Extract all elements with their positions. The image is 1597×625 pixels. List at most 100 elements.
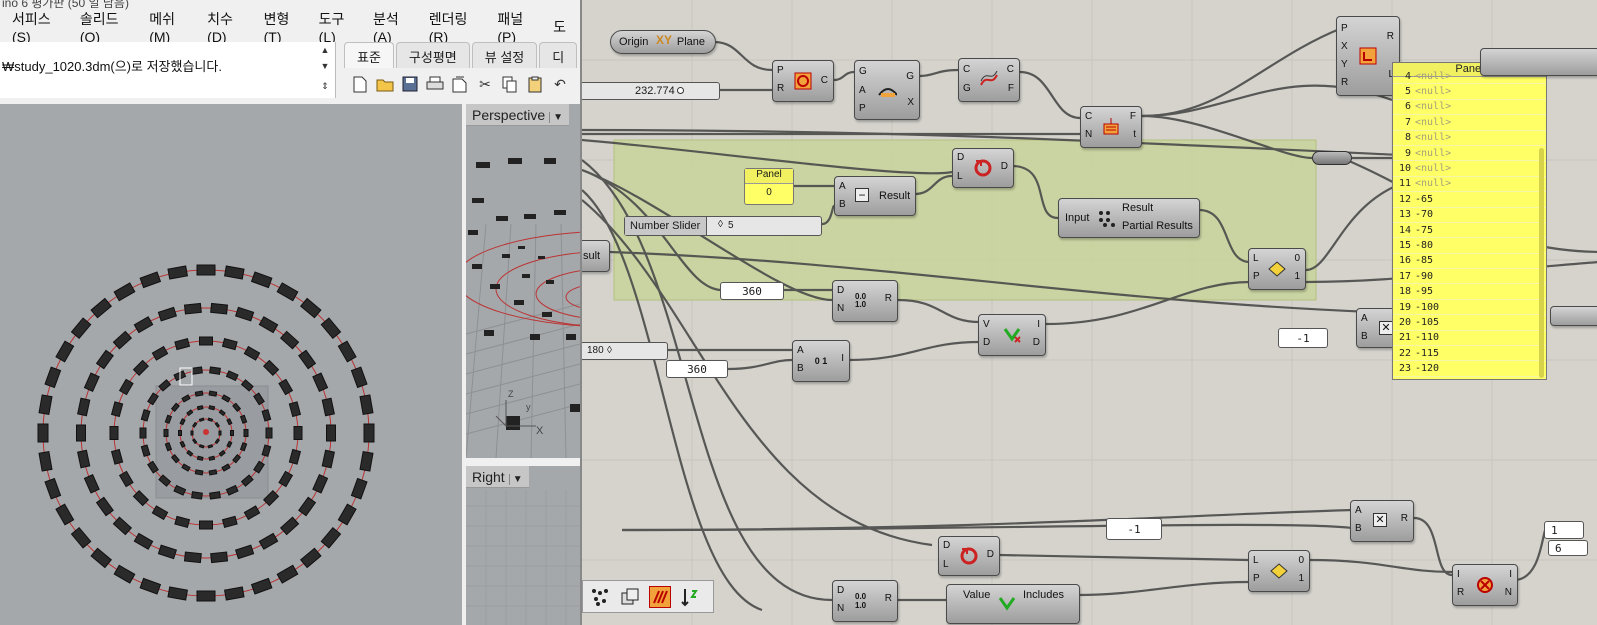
slider-knob[interactable]	[677, 87, 684, 94]
menu-analyze[interactable]: 분석(A)	[373, 9, 415, 45]
port-n[interactable]: N	[837, 303, 844, 314]
port-0-out[interactable]: 0	[1298, 555, 1304, 566]
panel-zero[interactable]: Panel 0	[744, 168, 794, 205]
port-d[interactable]: D	[943, 540, 950, 551]
scroll-up-icon[interactable]: ▲	[319, 44, 331, 56]
new-file-icon[interactable]	[350, 74, 370, 94]
tab-standard[interactable]: 표준	[344, 42, 394, 68]
copy-canvas-icon[interactable]	[619, 586, 641, 608]
port-d-out[interactable]: D	[1033, 337, 1040, 348]
port-x-out[interactable]: X	[907, 97, 914, 108]
port-n[interactable]: N	[1085, 129, 1092, 140]
menu-dimension[interactable]: 치수(D)	[207, 9, 249, 45]
port-d-out[interactable]: D	[1001, 161, 1008, 172]
tab-display[interactable]: 디	[539, 42, 578, 68]
scroll-down-icon[interactable]: ▼	[319, 60, 331, 72]
mass-addition-component[interactable]: Input Result Partial Results	[1058, 198, 1200, 238]
port-1-out[interactable]: 1	[1298, 573, 1304, 584]
port-g[interactable]: G	[963, 83, 971, 94]
port-result[interactable]: Result	[1122, 202, 1153, 214]
range-component[interactable]: D N 0.0 1.0 R	[832, 280, 898, 322]
port-l[interactable]: L	[957, 171, 963, 182]
port-r[interactable]: R	[1457, 587, 1464, 598]
port-d[interactable]: D	[837, 285, 844, 296]
menu-transform[interactable]: 변형(T)	[264, 9, 305, 45]
circle-component[interactable]: P R C	[772, 60, 834, 102]
panel-edge-1[interactable]: 1	[1544, 521, 1584, 539]
port-r-out[interactable]: R	[885, 593, 892, 604]
tab-set-view[interactable]: 뷰 설정	[471, 42, 538, 68]
port-includes[interactable]: Includes	[1023, 589, 1064, 601]
port-l[interactable]: L	[1253, 253, 1259, 264]
right-viewport[interactable]: Right ▼	[466, 466, 580, 625]
port-p[interactable]: P	[1341, 23, 1348, 34]
panel-edge-6[interactable]: 6	[1548, 540, 1588, 556]
port-partial-results[interactable]: Partial Results	[1122, 220, 1193, 232]
tab-cplanes[interactable]: 구성평면	[395, 42, 470, 68]
save-icon[interactable]	[400, 74, 420, 94]
top-viewport[interactable]	[0, 104, 462, 625]
port-r-out[interactable]: R	[885, 293, 892, 304]
perspective-viewport[interactable]: X Z y Perspective ▼	[466, 104, 580, 458]
port-b[interactable]: B	[1355, 523, 1362, 534]
port-d[interactable]: D	[983, 337, 990, 348]
port-c[interactable]: C	[963, 64, 970, 75]
port-p[interactable]: P	[1253, 573, 1260, 584]
shift-list-component-2[interactable]: D L D	[938, 536, 1000, 576]
port-x[interactable]: X	[1341, 41, 1348, 52]
port-r[interactable]: R	[1341, 77, 1348, 88]
port-result[interactable]: Result	[879, 190, 910, 202]
port-c-out[interactable]: C	[1007, 64, 1014, 75]
port-p[interactable]: P	[859, 103, 866, 114]
range-component-2[interactable]: D N 0.0 1.0 R	[832, 580, 898, 622]
viewport-menu-icon[interactable]: ▼	[549, 112, 563, 123]
panel-360-b[interactable]: 360	[666, 360, 728, 378]
list-item-component[interactable]: L P 0 1	[1248, 248, 1306, 290]
panel-minus1-top[interactable]: -1	[1278, 328, 1328, 348]
menu-tools[interactable]: 도구(L)	[319, 9, 359, 45]
panel-360-a[interactable]: 360	[720, 282, 784, 300]
port-i-out[interactable]: I	[1037, 319, 1040, 330]
edge-component-top[interactable]	[1480, 48, 1597, 76]
scatter-icon[interactable]	[589, 586, 611, 608]
undo-icon[interactable]: ↶	[550, 74, 570, 94]
port-p[interactable]: P	[777, 65, 784, 76]
viewport-menu-icon[interactable]: ▼	[508, 474, 523, 485]
curve-component[interactable]: C G C F	[958, 58, 1020, 102]
port-f-out[interactable]: F	[1130, 111, 1136, 122]
port-input[interactable]: Input	[1065, 212, 1089, 224]
panel-list[interactable]: Panel 4 <null> 5 <null> 6 <null> 7 <null> 8 <null…	[1392, 62, 1547, 380]
menu-solid[interactable]: 솔리드(O)	[80, 9, 135, 45]
split-list-component[interactable]: V D I D	[978, 314, 1046, 356]
port-n-out[interactable]: N	[1505, 587, 1512, 598]
port-r-out[interactable]: R	[1401, 513, 1408, 524]
port-a[interactable]: A	[839, 181, 846, 192]
port-p[interactable]: P	[1253, 271, 1260, 282]
port-0-out[interactable]: 0	[1294, 253, 1300, 264]
right-viewport-title[interactable]: Right ▼	[466, 466, 529, 488]
port-a[interactable]: A	[859, 85, 866, 96]
member-index-component[interactable]: Value Includes	[946, 584, 1080, 624]
port-t-out[interactable]: t	[1133, 129, 1136, 140]
cut-icon[interactable]: ✂	[475, 74, 495, 94]
panel-list-scrollbar[interactable]	[1539, 148, 1544, 378]
relay-node[interactable]	[1312, 151, 1352, 165]
xy-plane-component[interactable]: Origin XY Plane	[610, 30, 716, 54]
port-value[interactable]: Value	[963, 589, 990, 601]
print-icon[interactable]	[425, 74, 445, 94]
list-item-component-2[interactable]: L P 0 1	[1248, 550, 1310, 592]
open-folder-icon[interactable]	[375, 74, 395, 94]
number-slider[interactable]: Number Slider ◊ 5	[624, 216, 822, 236]
offset-component[interactable]: G A P G X	[854, 60, 920, 120]
point-polar-component[interactable]: P X Y R R L	[1336, 16, 1400, 96]
port-d[interactable]: D	[837, 585, 844, 596]
port-r[interactable]: R	[777, 83, 784, 94]
menu-render[interactable]: 렌더링(R)	[429, 9, 484, 45]
perspective-viewport-title[interactable]: Perspective ▼	[466, 104, 570, 126]
divide-curve-component[interactable]: C N F t	[1080, 106, 1142, 148]
port-a[interactable]: A	[1361, 313, 1368, 324]
menu-help[interactable]: 도	[553, 17, 566, 37]
cull-index-component[interactable]: I R I N	[1452, 564, 1518, 606]
port-a[interactable]: A	[1355, 505, 1362, 516]
port-c[interactable]: C	[821, 75, 828, 86]
